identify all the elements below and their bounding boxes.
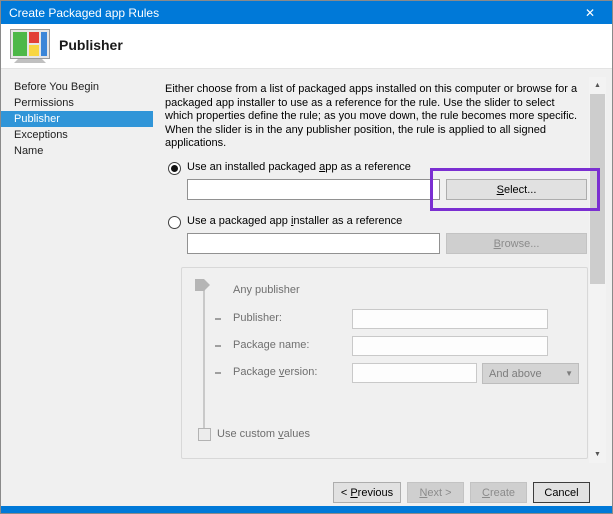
browse-button: Browse... [446, 233, 587, 254]
sidebar-item-publisher[interactable]: Publisher [1, 111, 153, 127]
label-part: < [340, 486, 351, 499]
label-part: alues [283, 428, 310, 440]
radio-selected-dot [171, 165, 178, 172]
label-part: ersion: [284, 366, 318, 378]
cancel-button-label: Cancel [544, 486, 579, 499]
instruction-text: Either choose from a list of packaged ap… [165, 83, 578, 149]
package-name-input [352, 336, 548, 356]
installer-path-input[interactable] [187, 233, 440, 254]
window-title: Create Packaged app Rules [9, 5, 160, 20]
scroll-down-icon: ▼ [594, 451, 601, 458]
slider-tick [215, 345, 221, 347]
scroll-down-button[interactable]: ▼ [589, 446, 606, 463]
label-part: Use a packaged app [187, 215, 291, 227]
publisher-input [352, 309, 548, 329]
slider-tick [215, 318, 221, 320]
installer-radio[interactable] [168, 216, 181, 229]
select-button-label: Select... [497, 184, 537, 196]
publisher-label: Publisher: [233, 312, 282, 324]
close-button[interactable]: ✕ [568, 1, 612, 24]
sidebar-item-permissions[interactable]: Permissions [1, 95, 153, 111]
package-version-input [352, 363, 477, 383]
specificity-slider-track [203, 284, 205, 434]
previous-button-label: < Previous [341, 487, 393, 499]
label-part: Use custom [217, 428, 279, 440]
previous-button[interactable]: < Previous [333, 482, 401, 503]
page-title: Publisher [59, 37, 123, 53]
browse-button-label: Browse... [494, 238, 540, 250]
any-publisher-label: Any publisher [233, 284, 300, 296]
dropdown-arrow-icon: ▼ [565, 369, 573, 378]
label-part: Package [233, 366, 279, 378]
label-part: pp as a reference [325, 161, 411, 173]
installer-radio-label[interactable]: Use a packaged app installer as a refere… [187, 215, 402, 227]
publisher-details-group: Any publisher Publisher: Package name: P… [181, 267, 588, 459]
label-part: nstaller as a reference [293, 215, 403, 227]
create-packaged-app-rules-dialog: Create Packaged app Rules ✕ Publisher Be… [0, 0, 613, 514]
bottom-accent-strip [1, 506, 612, 513]
label-part: reate [489, 486, 516, 499]
installed-app-radio[interactable] [168, 162, 181, 175]
create-button-label: Create [482, 487, 515, 499]
create-button: Create [470, 482, 527, 503]
label-part: S [496, 183, 504, 196]
next-button: Next > [407, 482, 464, 503]
vertical-scrollbar[interactable]: ▲ ▼ [589, 77, 606, 463]
label-part: rowse... [500, 237, 540, 250]
titlebar[interactable]: Create Packaged app Rules ✕ [1, 1, 612, 24]
packaged-app-rules-icon [10, 29, 50, 63]
scroll-up-icon: ▲ [594, 82, 601, 89]
label-part: elect... [503, 183, 537, 196]
select-button[interactable]: Select... [446, 179, 587, 200]
scrollbar-thumb[interactable] [590, 94, 605, 284]
specificity-slider-thumb [195, 279, 210, 291]
sidebar-item-exceptions[interactable]: Exceptions [1, 127, 153, 143]
version-match-value: And above [489, 367, 542, 380]
installed-app-radio-label[interactable]: Use an installed packaged app as a refer… [187, 161, 411, 173]
label-part: C [481, 486, 490, 499]
package-version-label: Package version: [233, 366, 317, 378]
wizard-header: Publisher [1, 24, 612, 69]
cancel-button[interactable]: Cancel [533, 482, 590, 503]
wizard-steps-sidebar: Before You Begin Permissions Publisher E… [1, 69, 153, 479]
installed-app-reference-input[interactable] [187, 179, 440, 200]
label-part: B [493, 237, 501, 250]
use-custom-values-label: Use custom values [217, 428, 310, 440]
version-match-dropdown: And above ▼ [482, 363, 579, 384]
label-part: P [350, 486, 358, 499]
next-button-label: Next > [419, 487, 451, 499]
close-icon: ✕ [584, 5, 596, 20]
slider-tick [215, 372, 221, 374]
label-part: Use an installed packaged [187, 161, 320, 173]
label-part: ext > [427, 486, 452, 499]
package-name-label: Package name: [233, 339, 310, 351]
sidebar-item-name[interactable]: Name [1, 143, 153, 159]
use-custom-values-checkbox [198, 428, 211, 441]
sidebar-item-before-you-begin[interactable]: Before You Begin [1, 79, 153, 95]
label-part: revious [357, 486, 394, 499]
scroll-up-button[interactable]: ▲ [589, 77, 606, 94]
